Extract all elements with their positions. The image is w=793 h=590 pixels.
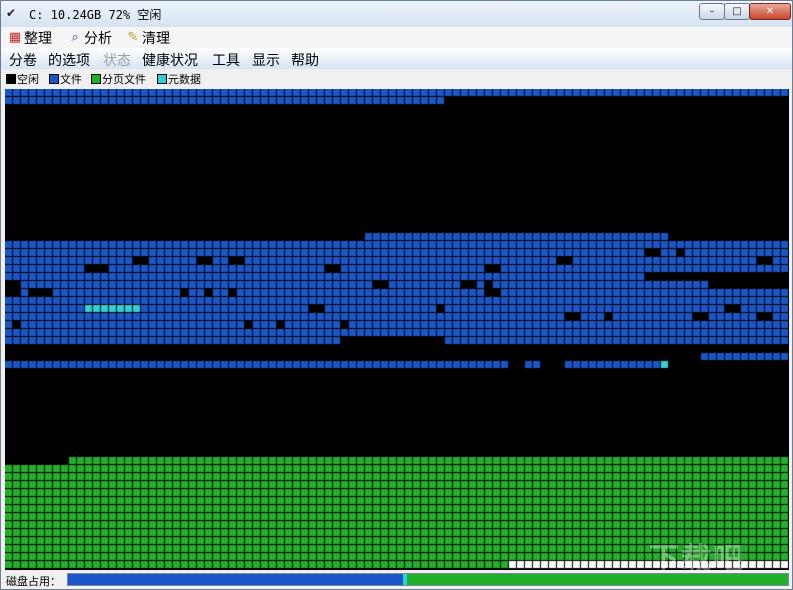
minimize-button[interactable]: – (699, 3, 725, 20)
window-title: C: 10.24GB 72% 空闲 (29, 8, 162, 22)
legend-file-swatch (49, 74, 59, 84)
legend-pagefile-swatch (91, 74, 101, 84)
analyze-label: 分析 (84, 30, 112, 47)
app-window: ✔ C: 10.24GB 72% 空闲 – □ ✕ ▦ 整理 ⌕ 分析 ✎ 清理… (0, 0, 793, 590)
usage-file-segment (68, 574, 403, 585)
legend-pagefile: 分页文件 (91, 71, 146, 87)
maximize-button[interactable]: □ (724, 3, 750, 20)
menu-status[interactable]: 状态 (103, 50, 131, 70)
disk-cluster-map[interactable] (5, 89, 789, 570)
toolbar: ▦ 整理 ⌕ 分析 ✎ 清理 (1, 27, 792, 48)
maximize-icon: □ (732, 6, 742, 17)
legend-free-label: 空闲 (17, 73, 39, 86)
legend-metadata-label: 元数据 (168, 73, 201, 86)
legend-file: 文件 (49, 71, 82, 87)
close-icon: ✕ (765, 6, 775, 17)
magnifier-icon: ⌕ (71, 29, 79, 45)
clean-button[interactable]: ✎ 清理 (125, 28, 170, 47)
menu-tools[interactable]: 工具 (212, 50, 240, 70)
menu-options[interactable]: 的选项 (48, 50, 90, 70)
disk-usage-label: 磁盘占用： (6, 575, 61, 588)
legend-free: 空闲 (6, 71, 39, 87)
legend-metadata-swatch (157, 74, 167, 84)
defrag-label: 整理 (24, 30, 52, 47)
broom-icon: ✎ (127, 29, 139, 45)
minimize-icon: – (709, 6, 715, 17)
defrag-icon: ▦ (8, 29, 22, 45)
legend-free-swatch (6, 74, 16, 84)
menu-help[interactable]: 帮助 (291, 50, 319, 70)
menu-volume[interactable]: 分卷 (9, 50, 37, 70)
clean-label: 清理 (142, 30, 170, 47)
status-bar: 磁盘占用： (1, 570, 792, 589)
title-bar[interactable]: ✔ C: 10.24GB 72% 空闲 – □ ✕ (1, 1, 792, 27)
analyze-button[interactable]: ⌕ 分析 (67, 28, 112, 47)
legend-metadata: 元数据 (157, 71, 201, 87)
disk-usage-bar (67, 573, 789, 586)
legend: 空闲 文件 分页文件 元数据 (1, 69, 792, 87)
defrag-button[interactable]: ▦ 整理 (7, 28, 52, 47)
usage-pagefile-segment (407, 574, 788, 585)
menu-health[interactable]: 健康状况 (142, 50, 198, 70)
menu-bar: 分卷 的选项 状态 健康状况 工具 显示 帮助 (1, 48, 792, 69)
legend-pagefile-label: 分页文件 (102, 73, 146, 86)
app-icon: ✔ (6, 6, 17, 20)
close-button[interactable]: ✕ (749, 3, 791, 20)
legend-file-label: 文件 (60, 73, 82, 86)
menu-display[interactable]: 显示 (252, 50, 280, 70)
